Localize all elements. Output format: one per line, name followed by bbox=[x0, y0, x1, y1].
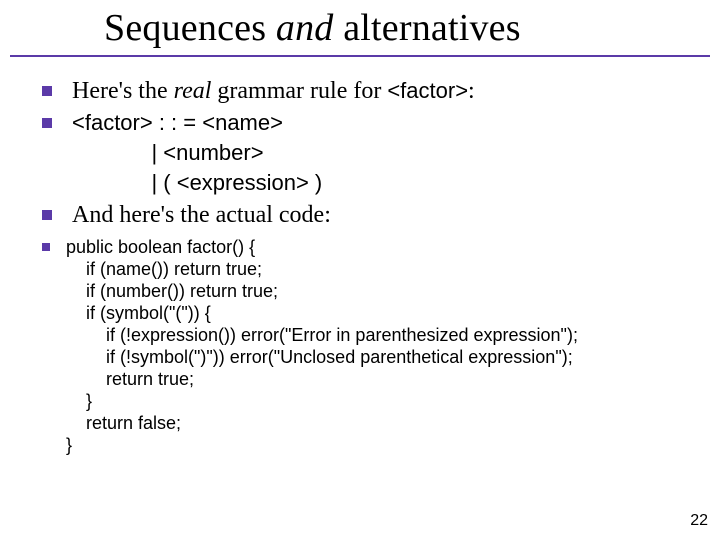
title-text-pre: Sequences bbox=[104, 7, 276, 49]
code-block: public boolean factor() { if (name()) re… bbox=[66, 236, 578, 456]
grammar-rule: <factor> : : = <name> | <number> | ( <ex… bbox=[72, 108, 322, 198]
title-text-ital: and bbox=[276, 7, 334, 49]
bullet-1-pre: Here's the bbox=[72, 78, 174, 104]
slide: Sequences and alternatives Here's the re… bbox=[0, 0, 720, 540]
slide-title: Sequences and alternatives bbox=[104, 6, 521, 50]
bullet-icon bbox=[42, 210, 52, 220]
title-text-post: alternatives bbox=[334, 7, 521, 49]
list-item: And here's the actual code: bbox=[42, 200, 692, 230]
page-number: 22 bbox=[690, 512, 708, 530]
bullet-1-code: <factor> bbox=[387, 78, 468, 103]
bullet-1-text: Here's the real grammar rule for <factor… bbox=[72, 76, 475, 106]
bullet-list: Here's the real grammar rule for <factor… bbox=[42, 76, 692, 458]
bullet-icon bbox=[42, 118, 52, 128]
list-item: Here's the real grammar rule for <factor… bbox=[42, 76, 692, 106]
bullet-3-text: And here's the actual code: bbox=[72, 200, 331, 230]
title-underline bbox=[10, 55, 710, 57]
list-item: public boolean factor() { if (name()) re… bbox=[42, 236, 692, 456]
bullet-1-post: : bbox=[468, 78, 475, 104]
bullet-icon bbox=[42, 86, 52, 96]
list-item: <factor> : : = <name> | <number> | ( <ex… bbox=[42, 108, 692, 198]
bullet-icon bbox=[42, 243, 50, 251]
bullet-1-mid: grammar rule for bbox=[211, 78, 387, 104]
bullet-1-ital: real bbox=[174, 78, 212, 104]
